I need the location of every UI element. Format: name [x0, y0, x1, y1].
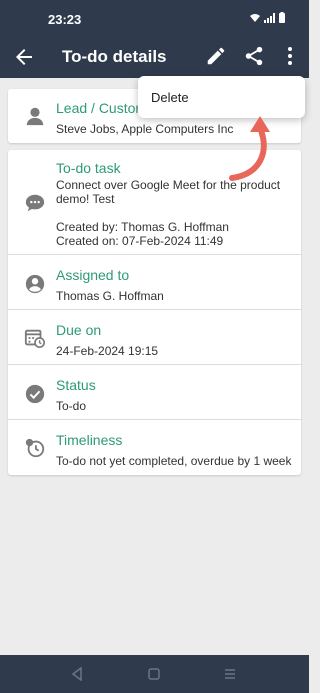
back-arrow-icon[interactable] [12, 45, 36, 69]
comment-icon [25, 194, 45, 212]
nav-back-icon[interactable] [70, 667, 84, 681]
check-circle-icon [25, 384, 45, 404]
calendar-clock-icon [24, 329, 45, 348]
nav-home-icon[interactable] [147, 667, 161, 681]
app-bar: To-do details [0, 37, 309, 78]
assigned-row: Assigned to Thomas G. Hoffman [8, 255, 301, 310]
overflow-menu: Delete [138, 76, 305, 118]
page-title: To-do details [62, 47, 167, 66]
status-value: To-do [56, 399, 87, 413]
timeliness-title: Timeliness [56, 432, 123, 448]
task-title: To-do task [56, 160, 121, 176]
more-options-icon[interactable] [282, 45, 298, 67]
nav-recents-icon[interactable] [223, 667, 237, 681]
status-time: 23:23 [48, 12, 82, 27]
account-circle-icon [25, 274, 45, 294]
signal-icon [264, 12, 275, 23]
assigned-value: Thomas G. Hoffman [56, 289, 164, 303]
timer-history-icon [25, 438, 45, 458]
status-title: Status [56, 377, 96, 393]
share-icon[interactable] [243, 45, 265, 67]
due-row: Due on 24-Feb-2024 19:15 [8, 310, 301, 365]
task-created-on: Created on: 07-Feb-2024 11:49 [56, 234, 224, 248]
wifi-icon [250, 13, 260, 22]
timeliness-value: To-do not yet completed, overdue by 1 we… [56, 454, 292, 468]
person-icon [26, 107, 44, 126]
status-icons [249, 12, 285, 23]
edit-pencil-icon[interactable] [205, 45, 227, 67]
status-row: Status To-do [8, 365, 301, 420]
delete-menu-item[interactable]: Delete [151, 90, 189, 105]
battery-icon [279, 12, 285, 23]
assigned-title: Assigned to [56, 267, 130, 283]
timeliness-row: Timeliness To-do not yet completed, over… [8, 420, 301, 475]
details-card: To-do task Connect over Google Meet for … [8, 150, 301, 475]
status-bar: 23:23 [0, 0, 309, 37]
system-nav-bar [0, 655, 309, 693]
task-created-by: Created by: Thomas G. Hoffman [56, 220, 229, 234]
due-title: Due on [56, 322, 102, 338]
annotation-arrow-icon [229, 116, 270, 181]
due-value: 24-Feb-2024 19:15 [56, 344, 159, 358]
task-description-line2: demo! Test [56, 192, 115, 206]
lead-title: Lead / Custom [56, 100, 148, 116]
